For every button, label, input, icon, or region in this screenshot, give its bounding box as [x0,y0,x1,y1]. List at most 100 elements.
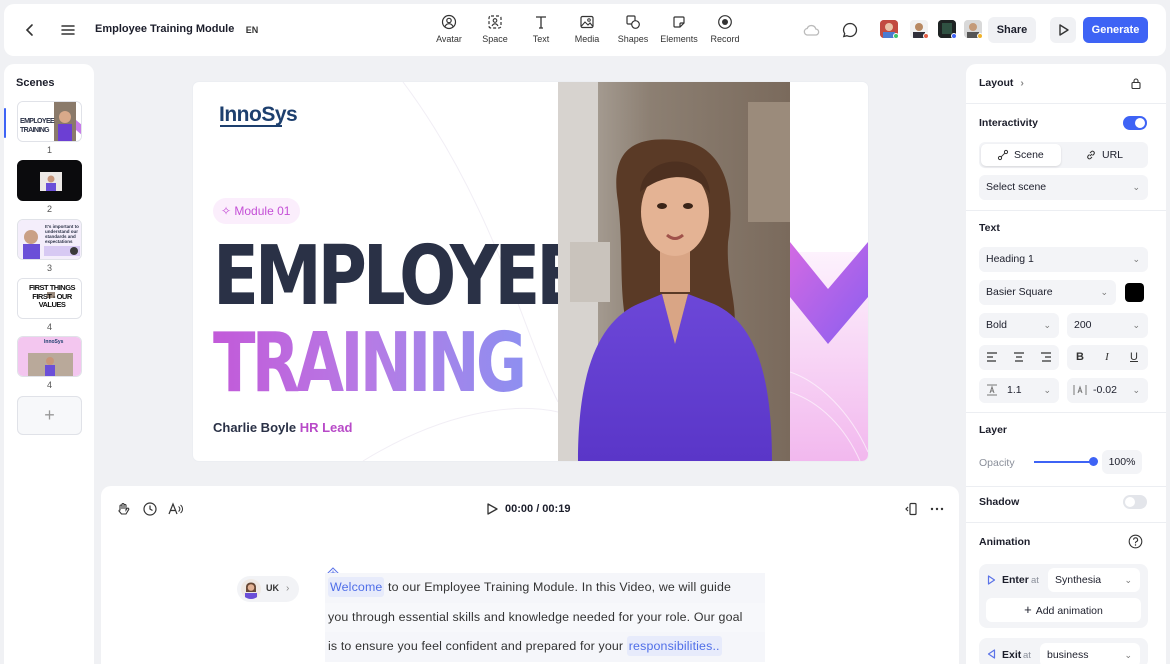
opacity-slider-handle[interactable] [1089,457,1098,466]
opacity-slider-track[interactable] [1034,461,1094,463]
project-title[interactable]: Employee Training Module [95,23,234,35]
scene-thumb-2[interactable] [17,160,82,201]
layout-label-text: Layout [979,77,1014,89]
language-badge[interactable]: EN [242,22,262,38]
scene-thumb-4[interactable]: FIRST THINGS FIRST - OUR VALUES [17,278,82,319]
font-family-dropdown[interactable]: Basier Square ⌄ [979,280,1116,305]
presenter-name[interactable]: Charlie Boyle HR Lead [213,420,352,435]
text-color-swatch[interactable] [1125,283,1144,302]
italic-button[interactable]: I [1094,345,1120,370]
font-weight-dropdown[interactable]: Bold ⌄ [979,313,1059,338]
script-editor[interactable]: Welcome to our Employee Training Module.… [325,573,765,662]
comment-icon[interactable] [841,21,859,39]
text-align-group [979,345,1059,370]
exit-icon [987,649,996,659]
tool-media[interactable]: Media [562,14,612,50]
scene-thumb-3[interactable]: It's important to understand our standar… [17,219,82,260]
tool-text[interactable]: Text [516,14,566,50]
collapse-panel-icon[interactable] [903,501,919,517]
gesture-hand-icon[interactable] [115,501,131,517]
avatar-video[interactable] [558,82,790,461]
text-icon [536,16,546,29]
line-height-dropdown[interactable]: 1.1 ⌄ [979,378,1059,403]
chevron-down-icon: ⌄ [1124,575,1132,585]
tool-elements[interactable]: Elements [654,14,704,50]
layout-label[interactable]: Layout › [979,77,1024,89]
play-icon [1059,24,1069,36]
menu-icon[interactable] [58,20,78,40]
tool-label: Media [574,34,600,44]
play-icon[interactable] [485,502,499,516]
enter-at-label: at [1031,575,1039,586]
heading-training[interactable]: TRAINING [213,318,527,410]
divider [966,522,1166,523]
cloud-sync-icon[interactable] [802,22,820,38]
preview-button[interactable] [1050,17,1076,43]
scene-canvas[interactable]: InnoSys ✧ Module 01 EMPLOYEE TRAINING Ch… [193,82,868,461]
lock-icon[interactable] [1130,77,1142,90]
module-tag[interactable]: ✧ Module 01 [213,198,301,224]
tool-shapes[interactable]: Shapes [608,14,658,50]
underline-button[interactable]: U [1121,345,1147,370]
align-center-button[interactable] [1006,345,1032,370]
top-bar: Employee Training Module EN Avatar Space… [4,4,1166,56]
brand-logo[interactable]: InnoSys [219,103,298,127]
script-line: Welcome to our Employee Training Module.… [325,573,765,603]
chevron-down-icon: ⌄ [1132,254,1140,264]
voice-language: UK [266,583,279,593]
voice-selector[interactable]: UK › [237,576,299,602]
add-animation-button[interactable]: + Add animation [986,598,1141,622]
tool-avatar[interactable]: Avatar [424,14,474,50]
avatar-icon [441,14,457,30]
divider [966,103,1166,104]
add-scene-button[interactable]: + [17,396,82,435]
divider [966,210,1166,211]
chevron-right-icon: › [1020,77,1024,89]
scene-thumb-5[interactable]: InnoSys [17,336,82,377]
tool-record[interactable]: Record [700,14,750,50]
select-scene-dropdown[interactable]: Select scene ⌄ [979,175,1148,200]
text-section-label: Text [979,222,1000,234]
bold-button[interactable]: B [1067,345,1093,370]
tool-space[interactable]: Space [470,14,520,50]
help-icon[interactable] [1128,534,1143,549]
text-style-dropdown[interactable]: Heading 1 ⌄ [979,247,1148,272]
playback-time: 00:00 / 00:19 [505,503,571,515]
voice-text-icon[interactable] [167,501,183,517]
back-arrow-icon[interactable] [20,20,40,40]
font-size-dropdown[interactable]: 200 ⌄ [1067,313,1148,338]
logo-underline [220,125,282,127]
exit-trigger-dropdown[interactable]: business ⌄ [1040,643,1140,664]
clock-icon[interactable] [142,501,158,517]
letter-spacing-dropdown[interactable]: -0.02 ⌄ [1067,378,1148,403]
text-style-group: B I U [1067,345,1148,370]
shapes-icon [626,15,640,29]
exit-label: Exit [1002,649,1022,661]
share-button[interactable]: Share [988,17,1036,43]
align-left-button[interactable] [979,345,1005,370]
interactivity-toggle[interactable] [1123,116,1147,130]
scene-thumb-text: EMPLOYEE TRAINING [20,118,55,134]
enter-animation-card: Enter at Synthesia ⌄ + Add animation [979,564,1148,628]
text-style-value: Heading 1 [986,253,1034,265]
highlighted-word[interactable]: responsibilities.. [626,636,722,656]
segment-url[interactable]: URL [1102,149,1123,161]
enter-icon [987,575,996,585]
align-right-button[interactable] [1033,345,1059,370]
more-options-icon[interactable] [929,501,945,517]
chevron-down-icon: ⌄ [1132,182,1140,192]
tool-label: Shapes [617,34,649,44]
heading-employee[interactable]: EMPLOYEE [213,232,582,322]
presenter-role: HR Lead [299,420,353,435]
segment-scene[interactable]: Scene [1014,149,1044,161]
highlighted-word[interactable]: Welcome [328,577,385,597]
enter-trigger-dropdown[interactable]: Synthesia ⌄ [1048,568,1140,592]
space-icon [488,15,502,29]
scene-number: 1 [46,145,52,155]
properties-panel: Layout › Interactivity Scene URL Select … [966,64,1166,664]
opacity-input[interactable]: 100% [1102,450,1142,474]
generate-button[interactable]: Generate [1083,17,1148,43]
shadow-toggle[interactable] [1123,495,1147,509]
scene-thumb-1[interactable]: EMPLOYEE TRAINING [17,101,82,142]
link-icon [1087,150,1095,160]
